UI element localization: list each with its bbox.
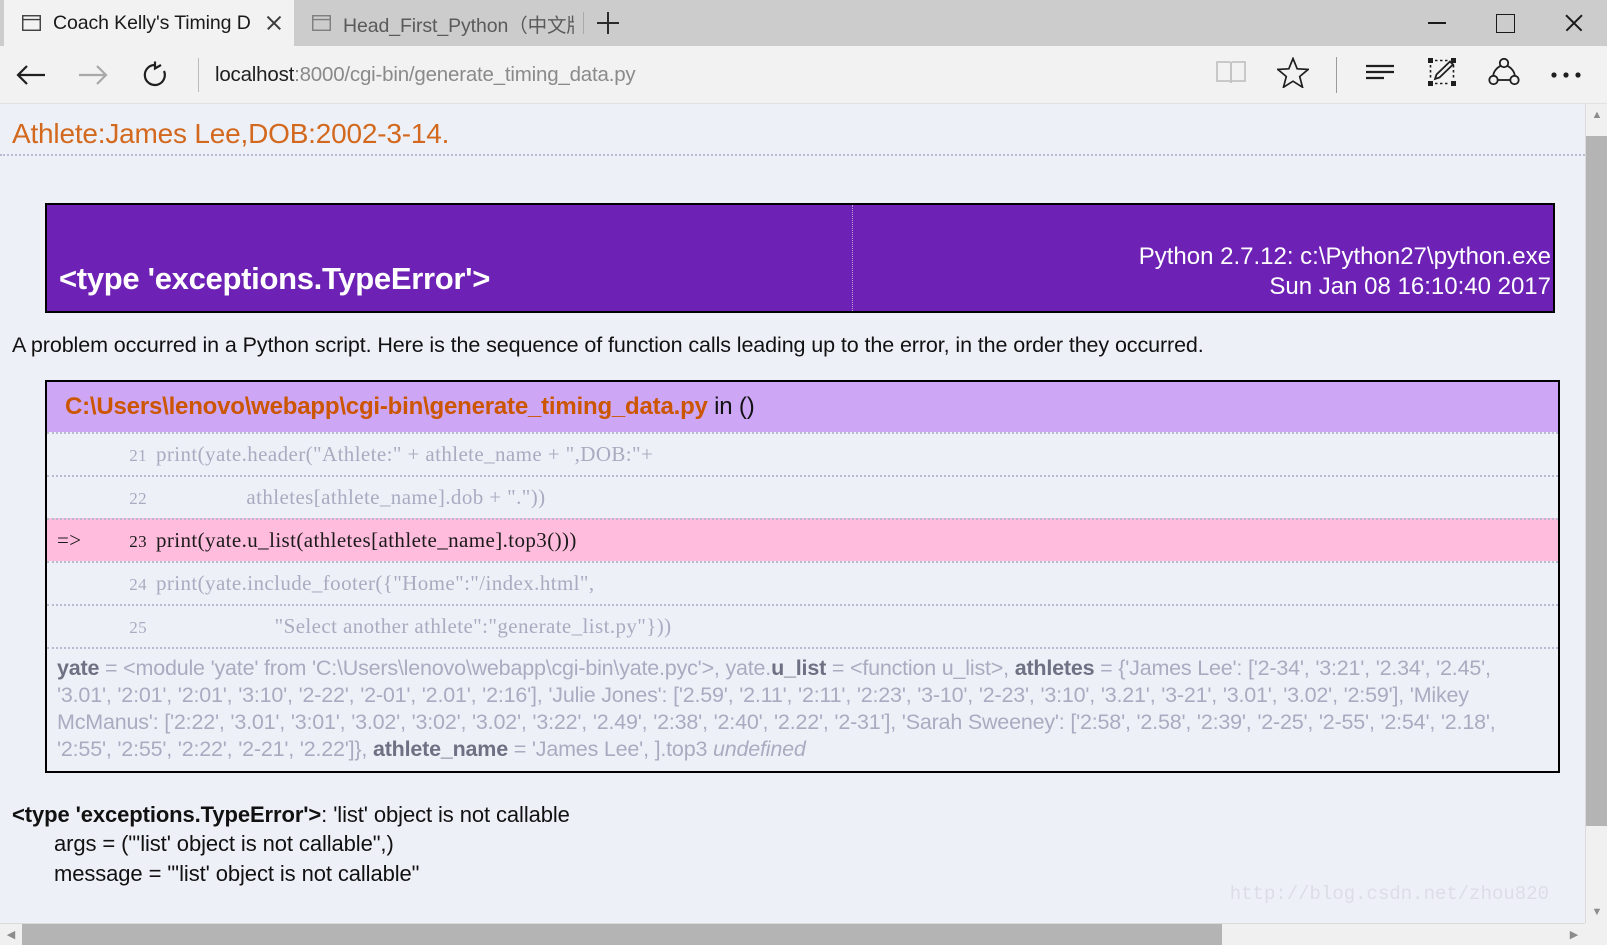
final-error-message: : 'list' object is not callable xyxy=(321,801,570,827)
frame-in-label: in () xyxy=(714,393,755,420)
close-icon[interactable] xyxy=(264,13,284,33)
navigation-bar: localhost:8000/cgi-bin/generate_timing_d… xyxy=(0,46,1607,104)
refresh-button[interactable] xyxy=(124,46,186,104)
intro-paragraph: A problem occurred in a Python script. H… xyxy=(12,333,1204,357)
title-bar: Coach Kelly's Timing Da Head_First_Pytho… xyxy=(0,0,1607,46)
frame-file-path: C:\Users\lenovo\webapp\cgi-bin\generate_… xyxy=(65,393,708,420)
new-tab-button[interactable] xyxy=(584,0,632,46)
hub-button[interactable] xyxy=(1349,46,1411,104)
final-error-type: <type 'exceptions.TypeError'> xyxy=(12,801,322,827)
address-host: localhost xyxy=(215,62,295,86)
traceback-frame: C:\Users\lenovo\webapp\cgi-bin\generate_… xyxy=(45,380,1560,773)
code-line: 21 print(yate.header("Athlete:" + athlet… xyxy=(47,432,1558,475)
close-window-button[interactable] xyxy=(1539,0,1607,46)
tab-title: Head_First_Python（中文版 xyxy=(343,14,574,37)
code-line: 25 "Select another athlete":"generate_li… xyxy=(47,604,1558,647)
web-note-button[interactable] xyxy=(1411,46,1473,104)
line-number: 25 xyxy=(129,618,147,637)
code-line: 22 athletes[athlete_name].dob + ".")) xyxy=(47,475,1558,518)
page-icon xyxy=(22,15,41,31)
browser-window: Coach Kelly's Timing Da Head_First_Pytho… xyxy=(0,0,1607,945)
minimize-button[interactable] xyxy=(1403,0,1471,46)
code-text: "Select another athlete":"generate_list.… xyxy=(156,614,672,638)
line-number: 23 xyxy=(129,532,147,551)
toolbar-actions xyxy=(1200,46,1607,104)
vertical-scroll-thumb[interactable] xyxy=(1586,136,1607,826)
back-button[interactable] xyxy=(0,46,62,104)
share-button[interactable] xyxy=(1473,46,1535,104)
horizontal-scrollbar[interactable]: ◀ ▶ xyxy=(0,923,1607,945)
code-line-current: => 23 print(yate.u_list(athletes[athlete… xyxy=(47,518,1558,561)
athlete-header: Athlete:James Lee,DOB:2002-3-14. xyxy=(0,104,1585,156)
code-text: athletes[athlete_name].dob + ".")) xyxy=(156,485,546,509)
page-viewport: Athlete:James Lee,DOB:2002-3-14. <type '… xyxy=(0,104,1607,945)
code-text: print(yate.u_list(athletes[athlete_name]… xyxy=(156,528,577,552)
more-settings-button[interactable] xyxy=(1535,46,1597,104)
exception-type: <type 'exceptions.TypeError'> xyxy=(47,205,853,311)
window-controls xyxy=(1403,0,1607,46)
frame-header: C:\Users\lenovo\webapp\cgi-bin\generate_… xyxy=(47,382,1558,432)
ellipsis-icon xyxy=(1550,66,1582,84)
star-icon xyxy=(1275,55,1311,93)
share-icon xyxy=(1488,57,1520,92)
page-content: Athlete:James Lee,DOB:2002-3-14. <type '… xyxy=(0,104,1585,945)
page-icon xyxy=(312,15,331,31)
code-line: 24 print(yate.include_footer({"Home":"/i… xyxy=(47,561,1558,604)
line-number: 22 xyxy=(129,489,147,508)
exception-meta: Python 2.7.12: c:\Python27\python.exe Su… xyxy=(853,205,1553,311)
line-number: 24 xyxy=(129,575,147,594)
pencil-note-icon xyxy=(1426,56,1458,93)
final-error-block: <type 'exceptions.TypeError'>: 'list' ob… xyxy=(0,773,1585,890)
tab-strip: Coach Kelly's Timing Da Head_First_Pytho… xyxy=(0,0,632,46)
forward-arrow-icon xyxy=(76,60,110,90)
address-bar[interactable]: localhost:8000/cgi-bin/generate_timing_d… xyxy=(215,63,1200,87)
hub-lines-icon xyxy=(1364,61,1396,88)
final-error-args: args = ("'list' object is not callable",… xyxy=(54,831,394,857)
exception-timestamp: Sun Jan 08 16:10:40 2017 xyxy=(1269,273,1551,301)
final-error-message-attr: message = "'list' object is not callable… xyxy=(54,861,420,887)
code-lines: 21 print(yate.header("Athlete:" + athlet… xyxy=(47,432,1558,647)
refresh-icon xyxy=(140,60,170,90)
maximize-button[interactable] xyxy=(1471,0,1539,46)
python-version: Python 2.7.12: c:\Python27\python.exe xyxy=(1138,242,1551,270)
exception-banner: <type 'exceptions.TypeError'> Python 2.7… xyxy=(45,203,1555,313)
tab-coach-kelly[interactable]: Coach Kelly's Timing Da xyxy=(4,0,294,46)
code-text: print(yate.header("Athlete:" + athlete_n… xyxy=(156,442,654,466)
scroll-left-icon[interactable]: ◀ xyxy=(0,924,22,945)
toolbar-divider xyxy=(198,57,199,92)
scrollbar-corner xyxy=(1585,923,1607,945)
final-error-line: <type 'exceptions.TypeError'>: 'list' ob… xyxy=(12,800,1585,830)
current-line-arrow: => xyxy=(57,528,82,552)
toolbar-divider-2 xyxy=(1336,56,1337,93)
line-number: 21 xyxy=(129,446,147,465)
book-icon xyxy=(1215,59,1247,90)
code-text: print(yate.include_footer({"Home":"/inde… xyxy=(156,571,595,595)
vertical-scrollbar[interactable]: ▲ ▼ xyxy=(1585,104,1607,945)
tab-title: Coach Kelly's Timing Da xyxy=(53,11,250,34)
scroll-up-icon[interactable]: ▲ xyxy=(1586,104,1607,126)
favorites-button[interactable] xyxy=(1262,46,1324,104)
scroll-right-icon[interactable]: ▶ xyxy=(1563,924,1585,945)
address-path: :8000/cgi-bin/generate_timing_data.py xyxy=(294,62,636,86)
reading-view-button[interactable] xyxy=(1200,46,1262,104)
back-arrow-icon xyxy=(14,60,48,90)
scroll-down-icon[interactable]: ▼ xyxy=(1586,901,1607,923)
frame-variables-dump: yate = <module 'yate' from 'C:\Users\len… xyxy=(47,647,1558,771)
tab-head-first-python[interactable]: Head_First_Python（中文版 xyxy=(294,0,584,46)
forward-button[interactable] xyxy=(62,46,124,104)
horizontal-scroll-thumb[interactable] xyxy=(22,924,1222,945)
